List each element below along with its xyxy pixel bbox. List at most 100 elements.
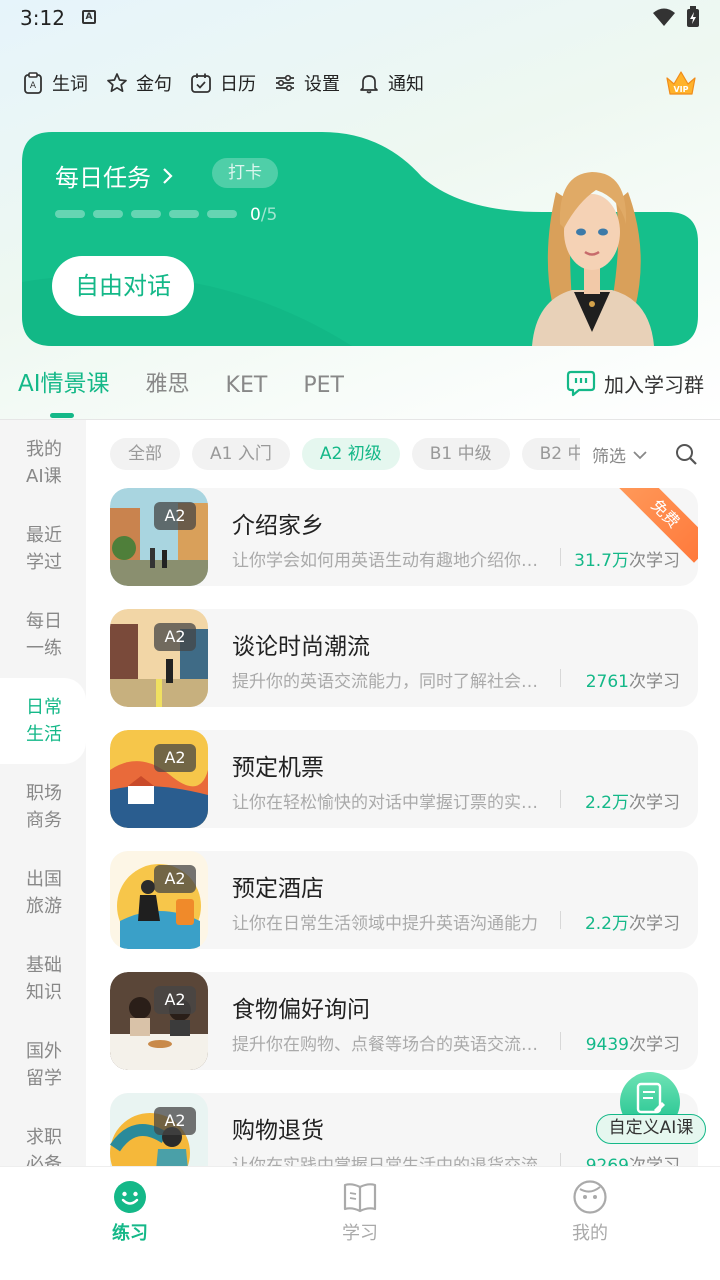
nav-calendar[interactable]: 日历: [190, 70, 256, 96]
course-description: 提升你的英语交流能力，同时了解社会时尚潮流: [232, 672, 550, 692]
sidebar-item-label: 出国旅游: [26, 869, 62, 917]
join-group-label: 加入学习群: [604, 372, 704, 397]
bottom-nav-label: 练习: [112, 1223, 148, 1244]
vocab-icon: A: [24, 72, 42, 94]
bottom-nav-label: 学习: [342, 1223, 378, 1244]
daily-task-title: 每日任务: [55, 164, 151, 192]
count-unit: 次学习: [629, 1156, 680, 1166]
tab-ai-scenario[interactable]: AI情景课: [18, 364, 110, 398]
course-title: 食物偏好询问: [232, 997, 370, 1023]
sidebar-item-travel[interactable]: 出国旅游: [0, 850, 86, 936]
nav-vocab[interactable]: A 生词: [22, 70, 88, 96]
sidebar-item-business[interactable]: 职场商务: [0, 764, 86, 850]
sidebar-item-job-hunting[interactable]: 求职必备: [0, 1108, 86, 1166]
nav-settings-label: 设置: [304, 74, 340, 95]
sidebar-item-label: 我的AI课: [26, 439, 62, 487]
sidebar-item-label: 求职必备: [26, 1127, 62, 1166]
course-title: 预定酒店: [232, 876, 324, 902]
profile-face-icon: [573, 1180, 607, 1214]
course-separator: [560, 548, 561, 566]
sidebar-item-daily-life[interactable]: 日常生活: [0, 678, 86, 764]
course-study-count: 2761次学习: [586, 667, 680, 692]
sidebar-item-daily[interactable]: 每日一练: [0, 592, 86, 678]
count-value: 9269: [585, 1156, 629, 1166]
custom-ai-label: 自定义AI课: [596, 1114, 706, 1144]
tab-pet[interactable]: PET: [303, 373, 344, 398]
nav-notifications[interactable]: 通知: [358, 70, 424, 96]
chip-a1[interactable]: A1 入门: [192, 438, 290, 470]
course-description: 让你在实践中掌握日常生活中的退货交流: [232, 1156, 538, 1166]
status-icons: [652, 6, 700, 28]
level-badge: A2: [154, 623, 196, 651]
tab-ket[interactable]: KET: [226, 373, 268, 398]
wifi-icon: [653, 8, 675, 26]
bottom-nav-practice[interactable]: 练习: [70, 1179, 190, 1245]
count-unit: 次学习: [629, 1035, 680, 1055]
star-icon: [107, 73, 127, 93]
course-separator: [560, 790, 561, 808]
chevron-down-icon: [633, 450, 647, 459]
bottom-nav-profile[interactable]: 我的: [530, 1179, 650, 1245]
course-description: 让你学会如何用英语生动有趣地介绍你的家乡: [232, 551, 550, 571]
course-study-count: 9269次学习: [586, 1151, 680, 1166]
sidebar-item-recent[interactable]: 最近学过: [0, 506, 86, 592]
course-title: 介绍家乡: [232, 513, 324, 539]
course-separator: [560, 1032, 561, 1050]
chip-a2[interactable]: A2 初级: [301, 438, 400, 470]
nav-sentences[interactable]: 金句: [106, 70, 172, 96]
bottom-nav: 练习 学习 我的: [0, 1166, 720, 1280]
svg-text:A: A: [30, 81, 37, 91]
chip-b1[interactable]: B1 中级: [411, 438, 510, 470]
punch-in-button[interactable]: 打卡: [212, 158, 278, 188]
sidebar-item-basics[interactable]: 基础知识: [0, 936, 86, 1022]
search-icon[interactable]: [674, 442, 698, 466]
course-separator: [560, 669, 561, 687]
ai-tutor-avatar: [532, 172, 654, 346]
battery-icon: [687, 6, 699, 27]
filter-button[interactable]: 筛选: [592, 442, 648, 467]
tab-ielts[interactable]: 雅思: [146, 366, 190, 398]
course-separator: [560, 911, 561, 929]
status-time: 3:12: [20, 6, 65, 30]
smile-face-icon: [114, 1181, 146, 1213]
course-separator: [560, 1153, 561, 1166]
task-progress-text: 0/5: [250, 205, 277, 225]
count-value: 2.2万: [584, 914, 629, 934]
sidebar-item-label: 最近学过: [26, 525, 62, 573]
bottom-nav-study[interactable]: 学习: [300, 1179, 420, 1245]
free-talk-button[interactable]: 自由对话: [52, 256, 194, 316]
nav-settings[interactable]: 设置: [274, 70, 340, 96]
count-unit: 次学习: [629, 551, 680, 571]
chip-b2[interactable]: B2 中高: [521, 438, 580, 470]
course-list: A2 介绍家乡 让你学会如何用英语生动有趣地介绍你的家乡 31.7万次学习 免费…: [110, 488, 698, 1166]
course-study-count: 2.2万次学习: [585, 788, 680, 813]
sidebar-item-label: 日常生活: [26, 697, 62, 745]
chip-all[interactable]: 全部: [110, 438, 180, 470]
sidebar-item-study-abroad[interactable]: 国外留学: [0, 1022, 86, 1108]
sidebar-item-my-ai[interactable]: 我的AI课: [0, 420, 86, 506]
active-tab-indicator: [50, 413, 74, 418]
level-badge: A2: [154, 986, 196, 1014]
status-bar: 3:12 A: [0, 0, 720, 36]
category-tabs: AI情景课 雅思 KET PET: [18, 364, 344, 398]
level-badge: A2: [154, 865, 196, 893]
sidebar-item-label: 每日一练: [26, 611, 62, 659]
vip-crown-icon[interactable]: VIP: [664, 68, 698, 100]
progress-total: /5: [260, 205, 278, 225]
count-unit: 次学习: [629, 793, 680, 813]
daily-task-link[interactable]: 每日任务: [55, 158, 175, 193]
filter-label: 筛选: [592, 447, 626, 467]
course-card[interactable]: A2 介绍家乡 让你学会如何用英语生动有趣地介绍你的家乡 31.7万次学习 免费: [110, 488, 698, 586]
course-card[interactable]: A2 预定酒店 让你在日常生活领域中提升英语沟通能力 2.2万次学习: [110, 851, 698, 949]
course-card[interactable]: A2 预定机票 让你在轻松愉快的对话中掌握订票的实用表达 2.2万次学习: [110, 730, 698, 828]
chevron-right-icon: [163, 167, 173, 184]
custom-ai-course-button[interactable]: 自定义AI课: [596, 1072, 706, 1146]
book-icon: [343, 1183, 377, 1213]
course-card[interactable]: A2 食物偏好询问 提升你在购物、点餐等场合的英语交流能力 9439次学习: [110, 972, 698, 1070]
count-unit: 次学习: [629, 914, 680, 934]
sidebar-item-label: 国外留学: [26, 1041, 62, 1089]
count-value: 2761: [585, 672, 629, 692]
join-study-group-button[interactable]: 加入学习群: [566, 368, 704, 398]
course-card[interactable]: A2 谈论时尚潮流 提升你的英语交流能力，同时了解社会时尚潮流 2761次学习: [110, 609, 698, 707]
sidebar-item-label: 职场商务: [26, 783, 62, 831]
